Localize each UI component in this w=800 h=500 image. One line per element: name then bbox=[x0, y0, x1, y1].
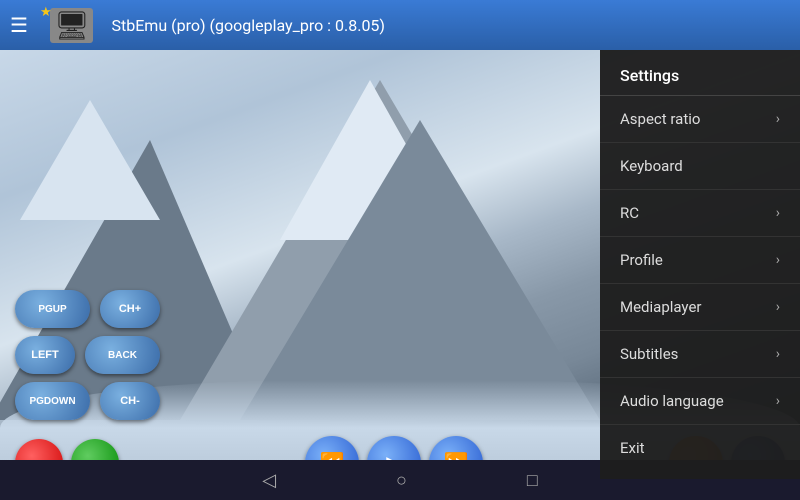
menu-item-label: Keyboard bbox=[620, 157, 683, 175]
menu-item-aspect-ratio[interactable]: Aspect ratio › bbox=[600, 96, 800, 143]
menu-item-label: Aspect ratio bbox=[620, 110, 700, 128]
menu-item-keyboard[interactable]: Keyboard bbox=[600, 143, 800, 190]
menu-title: Settings bbox=[600, 58, 800, 96]
controls-overlay: PGUP CH+ LEFT BACK PGDOWN CH- bbox=[0, 290, 620, 420]
chevron-right-icon: › bbox=[776, 346, 780, 362]
hamburger-icon[interactable]: ☰ bbox=[10, 13, 28, 37]
menu-item-exit[interactable]: Exit bbox=[600, 425, 800, 471]
chminus-button[interactable]: CH- bbox=[100, 382, 160, 420]
chevron-right-icon: › bbox=[776, 393, 780, 409]
menu-item-label: Exit bbox=[620, 439, 645, 457]
menu-item-label: Subtitles bbox=[620, 345, 678, 363]
home-nav-icon[interactable]: ○ bbox=[396, 470, 407, 491]
chevron-right-icon: › bbox=[776, 299, 780, 315]
tv-icon: 🖥 bbox=[50, 8, 94, 43]
back-nav-icon[interactable]: ◁ bbox=[262, 470, 276, 491]
back-button[interactable]: BACK bbox=[85, 336, 160, 374]
settings-menu: Settings Aspect ratio › Keyboard RC › Pr… bbox=[600, 50, 800, 479]
ctrl-row-2: LEFT BACK bbox=[15, 336, 605, 374]
recents-nav-icon[interactable]: □ bbox=[527, 470, 538, 491]
tv-icon-container: ★ 🖥 bbox=[40, 9, 94, 42]
ctrl-row-3: PGDOWN CH- bbox=[15, 382, 605, 420]
app-title: StbEmu (pro) (googleplay_pro : 0.8.05) bbox=[111, 16, 385, 35]
menu-item-label: Profile bbox=[620, 251, 663, 269]
pgdown-button[interactable]: PGDOWN bbox=[15, 382, 90, 420]
chplus-button[interactable]: CH+ bbox=[100, 290, 160, 328]
menu-item-label: Mediaplayer bbox=[620, 298, 701, 316]
ctrl-row-1: PGUP CH+ bbox=[15, 290, 605, 328]
menu-item-rc[interactable]: RC › bbox=[600, 190, 800, 237]
menu-item-label: RC bbox=[620, 204, 639, 222]
mountain-left-snow bbox=[20, 100, 160, 220]
menu-item-mediaplayer[interactable]: Mediaplayer › bbox=[600, 284, 800, 331]
menu-item-audio-language[interactable]: Audio language › bbox=[600, 378, 800, 425]
star-icon: ★ bbox=[40, 5, 52, 20]
chevron-right-icon: › bbox=[776, 252, 780, 268]
menu-item-subtitles[interactable]: Subtitles › bbox=[600, 331, 800, 378]
chevron-right-icon: › bbox=[776, 111, 780, 127]
left-button[interactable]: LEFT bbox=[15, 336, 75, 374]
menu-item-label: Audio language bbox=[620, 392, 724, 410]
pgup-button[interactable]: PGUP bbox=[15, 290, 90, 328]
top-bar: ☰ ★ 🖥 StbEmu (pro) (googleplay_pro : 0.8… bbox=[0, 0, 800, 50]
chevron-right-icon: › bbox=[776, 205, 780, 221]
menu-item-profile[interactable]: Profile › bbox=[600, 237, 800, 284]
